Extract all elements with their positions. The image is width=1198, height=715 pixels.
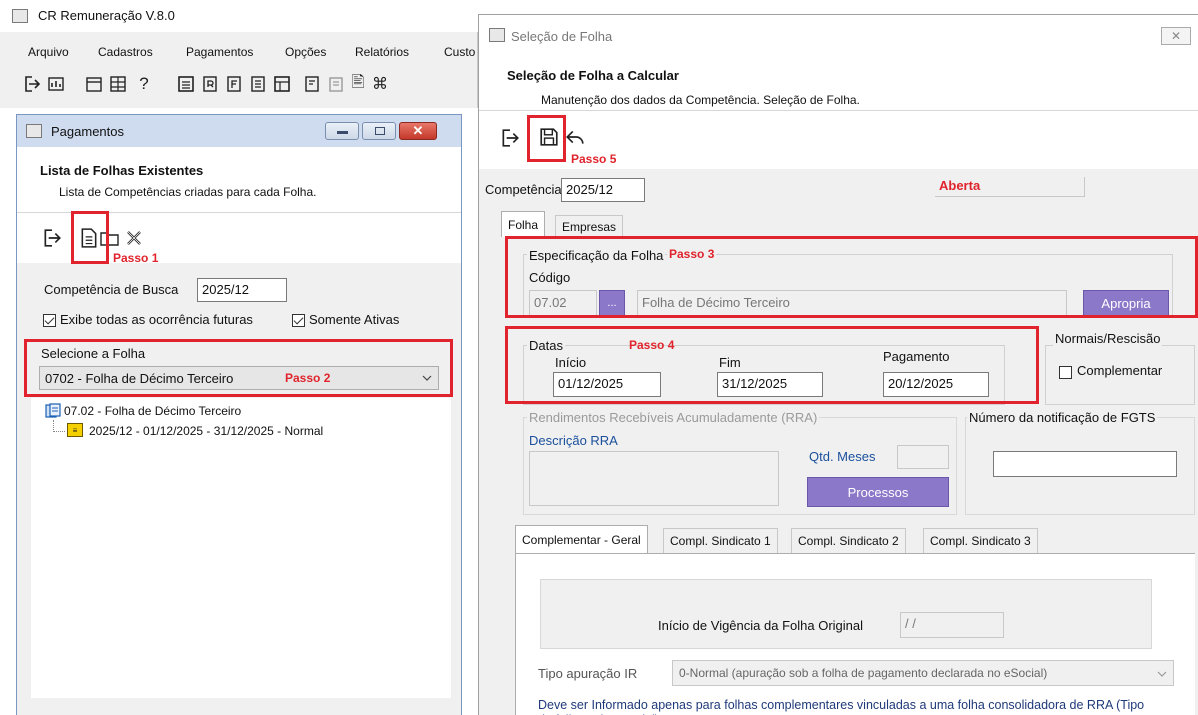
highlight-passo2	[24, 339, 453, 397]
complementar-panel: Início de Vigência da Folha Original / /…	[515, 553, 1195, 715]
tree-child-icon: ≡	[67, 423, 83, 437]
exit-icon[interactable]	[499, 127, 521, 149]
menu-pagamentos[interactable]: Pagamentos	[186, 45, 253, 59]
close-icon: ✕	[1170, 29, 1182, 43]
vigencia-input: / /	[900, 612, 1004, 638]
tree-child-item[interactable]: 2025/12 - 01/12/2025 - 31/12/2025 - Norm…	[89, 424, 323, 438]
highlight-passo4	[505, 326, 1039, 404]
selecao-window-icon	[489, 28, 505, 42]
highlight-passo5	[527, 115, 566, 162]
fgts-input[interactable]	[993, 451, 1177, 477]
tab-complementar-geral[interactable]: Complementar - Geral	[515, 525, 648, 553]
competencia-input[interactable]: 2025/12	[561, 178, 645, 202]
pagamentos-body: Competência de Busca 2025/12 Exibe todas…	[17, 263, 461, 715]
passo5-label: Passo 5	[571, 152, 617, 166]
complementar-checkbox[interactable]	[1059, 366, 1072, 379]
doc-list-icon[interactable]	[248, 74, 268, 94]
main-toolbar: ? 🖹 ⌘	[0, 70, 478, 98]
busca-label: Competência de Busca	[44, 282, 179, 297]
exit-icon[interactable]	[41, 227, 63, 249]
pagamentos-header-subtitle: Lista de Competências criadas para cada …	[59, 185, 317, 199]
selecao-header-subtitle: Manutenção dos dados da Competência. Sel…	[541, 93, 860, 107]
fgts-label: Número da notificação de FGTS	[967, 410, 1158, 425]
tab-compl-sindicato-3[interactable]: Compl. Sindicato 3	[923, 528, 1038, 553]
rra-label: Rendimentos Recebíveis Acumuladamente (R…	[527, 410, 820, 425]
complementar-label: Complementar	[1077, 363, 1163, 378]
pagamentos-title: Pagamentos	[51, 124, 124, 139]
status-field: Aberta	[935, 177, 1085, 197]
minimize-button[interactable]	[325, 122, 359, 140]
chevron-down-icon	[1155, 667, 1169, 681]
main-titlebar: CR Remuneração V.8.0	[0, 0, 478, 32]
tree-root-icon	[45, 403, 61, 419]
descricao-rra-input	[529, 451, 779, 506]
qtd-meses-label: Qtd. Meses	[809, 449, 876, 464]
busca-input[interactable]: 2025/12	[197, 278, 287, 302]
competencia-label: Competência	[485, 182, 562, 197]
report-icon[interactable]	[176, 74, 196, 94]
grid-icon[interactable]	[108, 74, 128, 94]
tab-folha[interactable]: Folha	[501, 211, 546, 237]
tipo-ir-label: Tipo apuração IR	[538, 666, 638, 681]
menu-arquivo[interactable]: Arquivo	[28, 45, 69, 59]
pagamentos-titlebar: Pagamentos ✕	[17, 115, 461, 147]
exit-icon[interactable]	[22, 74, 42, 94]
selecao-close-button[interactable]: ✕	[1161, 27, 1191, 45]
menu-opcoes[interactable]: Opções	[285, 45, 326, 59]
main-window: CR Remuneração V.8.0 Arquivo Cadastros P…	[0, 0, 478, 108]
tax-icon[interactable]: 🖹	[348, 74, 368, 94]
qtd-meses-input	[897, 445, 949, 469]
ativas-checkbox[interactable]	[292, 314, 305, 327]
tipo-ir-value: 0-Normal (apuração sob a folha de pagame…	[679, 666, 1048, 680]
chart-icon[interactable]	[46, 74, 66, 94]
main-title: CR Remuneração V.8.0	[38, 8, 175, 23]
descricao-rra-label: Descrição RRA	[529, 433, 618, 448]
selecao-toolbar: Passo 5	[479, 111, 1198, 169]
calendar-icon[interactable]	[84, 74, 104, 94]
normais-label: Normais/Rescisão	[1053, 331, 1163, 346]
processos-button[interactable]: Processos	[807, 477, 949, 507]
pagamentos-window: Pagamentos ✕ Lista de Folhas Existentes …	[16, 114, 462, 715]
menu-bar: Arquivo Cadastros Pagamentos Opções Rela…	[0, 45, 478, 65]
folhas-tree: 07.02 - Folha de Décimo Terceiro ≡ 2025/…	[31, 398, 451, 698]
selecao-title: Seleção de Folha	[511, 29, 613, 44]
rra-note: Deve ser Informado apenas para folhas co…	[538, 698, 1145, 715]
selecao-titlebar: Seleção de Folha ✕	[479, 15, 1198, 55]
pagamentos-header-title: Lista de Folhas Existentes	[40, 163, 204, 178]
pagamentos-window-icon	[26, 124, 42, 138]
tab-empresas[interactable]: Empresas	[555, 215, 624, 237]
highlight-passo1	[71, 211, 109, 264]
menu-cadastros[interactable]: Cadastros	[98, 45, 153, 59]
tab-compl-sindicato-1[interactable]: Compl. Sindicato 1	[663, 528, 778, 553]
ativas-label: Somente Ativas	[309, 312, 400, 327]
close-button[interactable]: ✕	[399, 122, 437, 140]
help-icon[interactable]: ?	[134, 74, 154, 94]
selecao-header: Seleção de Folha a Calcular Manutenção d…	[479, 55, 1198, 111]
tree-connector	[53, 420, 65, 432]
close-icon: ✕	[412, 123, 424, 138]
doc-f-icon[interactable]	[224, 74, 244, 94]
menu-custo[interactable]: Custo	[444, 45, 475, 59]
status-text: Aberta	[939, 178, 981, 193]
doc-r-icon[interactable]	[200, 74, 220, 94]
tree-root-item[interactable]: 07.02 - Folha de Décimo Terceiro	[64, 404, 241, 418]
user-icon[interactable]: ⌘	[370, 74, 390, 94]
vigencia-label: Início de Vigência da Folha Original	[658, 618, 863, 633]
undo-icon[interactable]	[563, 125, 587, 149]
pagamentos-header: Lista de Folhas Existentes Lista de Comp…	[17, 147, 461, 213]
highlight-passo3	[505, 236, 1198, 318]
form-icon[interactable]	[302, 74, 322, 94]
app-icon	[12, 9, 28, 23]
delete-icon[interactable]	[123, 227, 145, 249]
selecao-header-title: Seleção de Folha a Calcular	[507, 68, 679, 83]
vigencia-group	[540, 579, 1152, 649]
futuras-label: Exibe todas as ocorrência futuras	[60, 312, 253, 327]
tab-compl-sindicato-2[interactable]: Compl. Sindicato 2	[791, 528, 906, 553]
tipo-ir-select: 0-Normal (apuração sob a folha de pagame…	[672, 660, 1174, 686]
clipboard-icon[interactable]	[326, 74, 346, 94]
futuras-checkbox[interactable]	[43, 314, 56, 327]
menu-relatorios[interactable]: Relatórios	[355, 45, 409, 59]
table-icon[interactable]	[272, 74, 292, 94]
maximize-button[interactable]	[362, 122, 396, 140]
